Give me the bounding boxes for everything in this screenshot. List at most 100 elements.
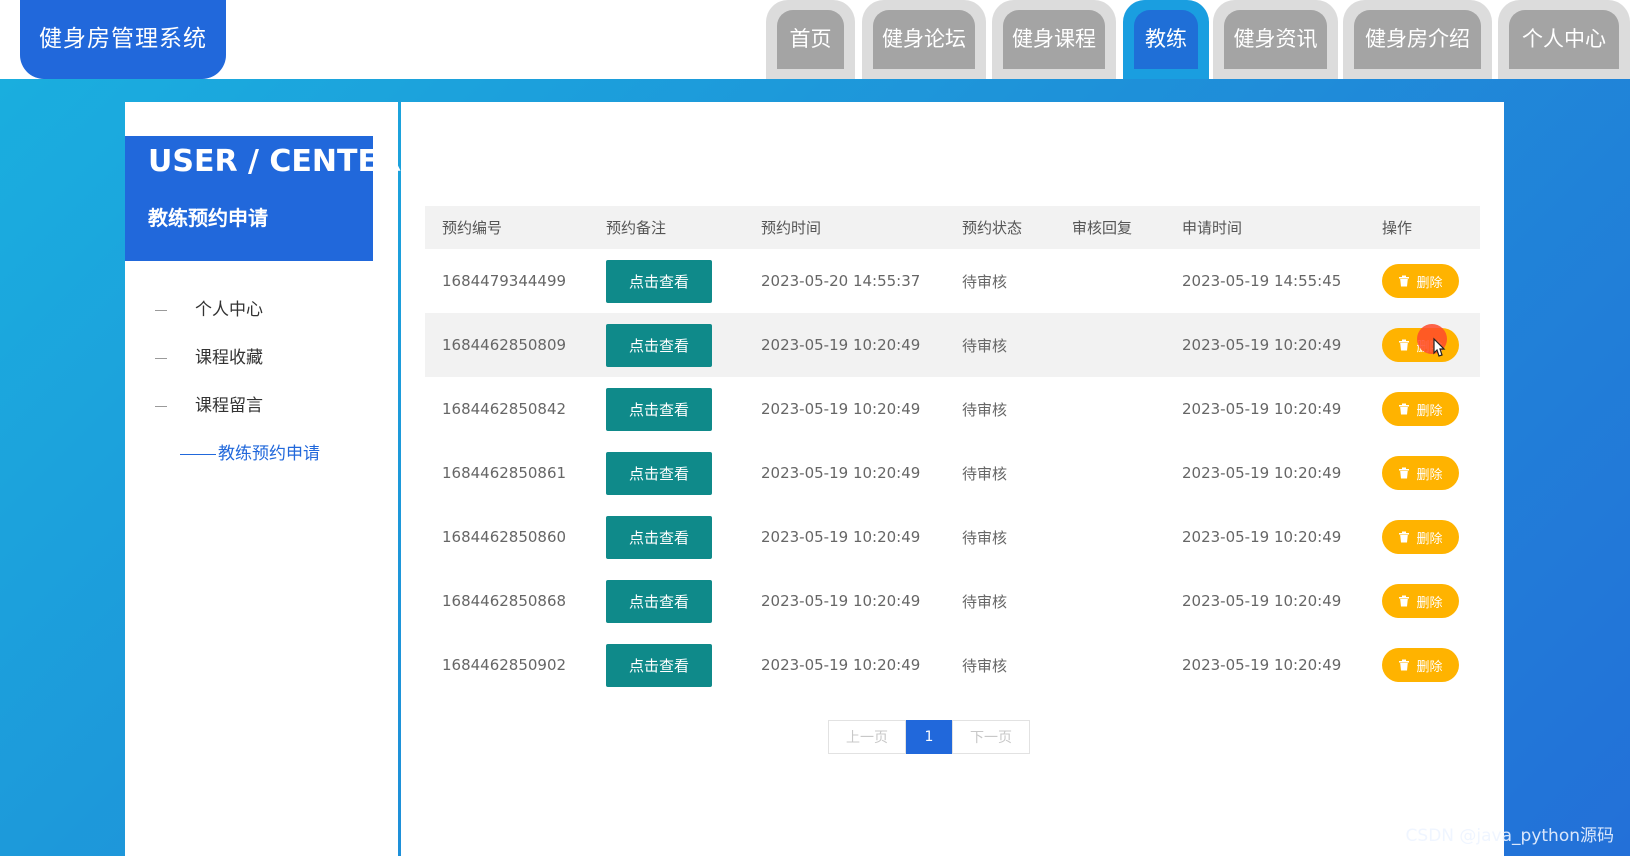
- apply-time-cell: 2023-05-19 14:55:45: [1182, 272, 1342, 290]
- sidebar-item-coach-booking[interactable]: 教练预约申请: [180, 439, 320, 465]
- view-note-button[interactable]: 点击查看: [606, 451, 712, 495]
- nav-tab-news[interactable]: 健身资讯: [1213, 0, 1338, 79]
- delete-button-label: 删除: [1416, 467, 1443, 483]
- nav-tab-label: 健身课程: [1003, 10, 1105, 69]
- view-note-button[interactable]: 点击查看: [606, 387, 712, 431]
- table-row: 1684462850868 点击查看 2023-05-19 10:20:49 待审核 2…: [425, 569, 1480, 633]
- table-body: 1684479344499 点击查看 2023-05-20 14:55:37 待审核 2…: [425, 249, 1480, 697]
- nav-tab-gym-intro[interactable]: 健身房介绍: [1343, 0, 1492, 79]
- booking-status-cell: 待审核: [962, 272, 1008, 291]
- booking-time-cell: 2023-05-19 10:20:49: [761, 656, 921, 674]
- trash-icon: [1398, 595, 1410, 607]
- nav-tab-label: 个人中心: [1509, 10, 1619, 69]
- table-row: 1684462850902 点击查看 2023-05-19 10:20:49 待审核 2…: [425, 633, 1480, 697]
- booking-time-cell: 2023-05-19 10:20:49: [761, 336, 921, 354]
- main-content: 预约编号 预约备注 预约时间 预约状态 审核回复 申请时间 操作 1684479…: [401, 102, 1504, 856]
- header-booking-time: 预约时间: [761, 219, 822, 237]
- booking-note-cell: 点击查看: [606, 569, 712, 633]
- view-note-button[interactable]: 点击查看: [606, 323, 712, 367]
- delete-button-label: 删除: [1416, 595, 1443, 611]
- sidebar-header: USER / CENTER 教练预约申请: [125, 136, 401, 261]
- sidebar: USER / CENTER 教练预约申请 个人中心 课程收藏 课程留言 教练预约…: [125, 102, 401, 856]
- booking-id-cell: 1684462850868: [442, 592, 567, 610]
- actions-cell: 删除: [1382, 249, 1459, 313]
- booking-status-cell: 待审核: [962, 656, 1008, 675]
- booking-id-cell: 1684479344499: [442, 272, 567, 290]
- delete-button[interactable]: 删除: [1382, 456, 1459, 490]
- sidebar-item-course-favorites[interactable]: 课程收藏: [155, 343, 263, 369]
- booking-time-cell: 2023-05-19 10:20:49: [761, 464, 921, 482]
- next-page-button[interactable]: 下一页: [952, 720, 1030, 754]
- nav-tab-coach[interactable]: 教练: [1123, 0, 1209, 79]
- booking-id-cell: 1684462850809: [442, 336, 567, 354]
- dash-icon: [180, 453, 216, 455]
- table-row: 1684462850842 点击查看 2023-05-19 10:20:49 待审核 2…: [425, 377, 1480, 441]
- nav-tab-user-center[interactable]: 个人中心: [1498, 0, 1630, 79]
- nav-tab-label: 健身论坛: [873, 10, 975, 69]
- nav-tab-label: 健身资讯: [1224, 10, 1327, 69]
- delete-button[interactable]: 删除: [1382, 324, 1459, 362]
- sidebar-item-user-center[interactable]: 个人中心: [155, 295, 263, 321]
- actions-cell: 删除: [1382, 313, 1459, 377]
- header-review-reply: 审核回复: [1072, 219, 1133, 237]
- actions-cell: 删除: [1382, 633, 1459, 697]
- booking-time-cell: 2023-05-20 14:55:37: [761, 272, 921, 290]
- prev-page-button[interactable]: 上一页: [828, 720, 906, 754]
- actions-cell: 删除: [1382, 441, 1459, 505]
- page-number-button[interactable]: 1: [906, 720, 952, 754]
- trash-icon: [1398, 339, 1410, 351]
- view-note-button[interactable]: 点击查看: [606, 515, 712, 559]
- actions-cell: 删除: [1382, 377, 1459, 441]
- nav-tab-home[interactable]: 首页: [766, 0, 855, 79]
- delete-button-label: 删除: [1416, 403, 1443, 419]
- delete-button[interactable]: 删除: [1382, 392, 1459, 426]
- delete-button[interactable]: 删除: [1382, 520, 1459, 554]
- booking-status-cell: 待审核: [962, 592, 1008, 611]
- booking-status-cell: 待审核: [962, 464, 1008, 483]
- sidebar-item-label: 个人中心: [195, 300, 263, 320]
- booking-id-cell: 1684462850842: [442, 400, 567, 418]
- app-logo-title[interactable]: 健身房管理系统: [20, 0, 226, 79]
- sidebar-title: USER / CENTER: [148, 144, 402, 179]
- booking-note-cell: 点击查看: [606, 633, 712, 697]
- actions-cell: 删除: [1382, 505, 1459, 569]
- booking-note-cell: 点击查看: [606, 377, 712, 441]
- delete-button[interactable]: 删除: [1382, 648, 1459, 682]
- booking-table: 预约编号 预约备注 预约时间 预约状态 审核回复 申请时间 操作 1684479…: [425, 206, 1480, 697]
- booking-time-cell: 2023-05-19 10:20:49: [761, 528, 921, 546]
- delete-button[interactable]: 删除: [1382, 584, 1459, 618]
- view-note-button[interactable]: 点击查看: [606, 259, 712, 303]
- header-apply-time: 申请时间: [1182, 219, 1243, 237]
- sidebar-item-label: 课程收藏: [195, 348, 263, 368]
- booking-note-cell: 点击查看: [606, 505, 712, 569]
- booking-id-cell: 1684462850902: [442, 656, 567, 674]
- booking-status-cell: 待审核: [962, 336, 1008, 355]
- dash-icon: [155, 357, 167, 359]
- nav-tab-courses[interactable]: 健身课程: [992, 0, 1116, 79]
- apply-time-cell: 2023-05-19 10:20:49: [1182, 400, 1342, 418]
- header-booking-status: 预约状态: [962, 219, 1023, 237]
- sidebar-item-label: 教练预约申请: [218, 444, 320, 464]
- apply-time-cell: 2023-05-19 10:20:49: [1182, 592, 1342, 610]
- view-note-button[interactable]: 点击查看: [606, 579, 712, 623]
- delete-button-label: 删除: [1416, 659, 1443, 675]
- sidebar-item-course-messages[interactable]: 课程留言: [155, 391, 263, 417]
- table-row: 1684462850861 点击查看 2023-05-19 10:20:49 待审核 2…: [425, 441, 1480, 505]
- booking-status-cell: 待审核: [962, 528, 1008, 547]
- trash-icon: [1398, 275, 1410, 287]
- nav-tab-forum[interactable]: 健身论坛: [862, 0, 986, 79]
- apply-time-cell: 2023-05-19 10:20:49: [1182, 656, 1342, 674]
- trash-icon: [1398, 531, 1410, 543]
- delete-button[interactable]: 删除: [1382, 264, 1459, 298]
- top-nav-bar: 健身房管理系统 首页 健身论坛 健身课程 教练 健身资讯 健身房介绍 个人中心: [0, 0, 1630, 79]
- header-booking-id: 预约编号: [442, 219, 503, 237]
- booking-id-cell: 1684462850861: [442, 464, 567, 482]
- view-note-button[interactable]: 点击查看: [606, 643, 712, 687]
- booking-note-cell: 点击查看: [606, 313, 712, 377]
- pagination: 上一页 1 下一页: [828, 720, 1030, 754]
- booking-note-cell: 点击查看: [606, 441, 712, 505]
- table-row: 1684462850860 点击查看 2023-05-19 10:20:49 待审核 2…: [425, 505, 1480, 569]
- table-row: 1684462850809 点击查看 2023-05-19 10:20:49 待审核 2…: [425, 313, 1480, 377]
- apply-time-cell: 2023-05-19 10:20:49: [1182, 528, 1342, 546]
- table-header: 预约编号 预约备注 预约时间 预约状态 审核回复 申请时间 操作: [425, 206, 1480, 249]
